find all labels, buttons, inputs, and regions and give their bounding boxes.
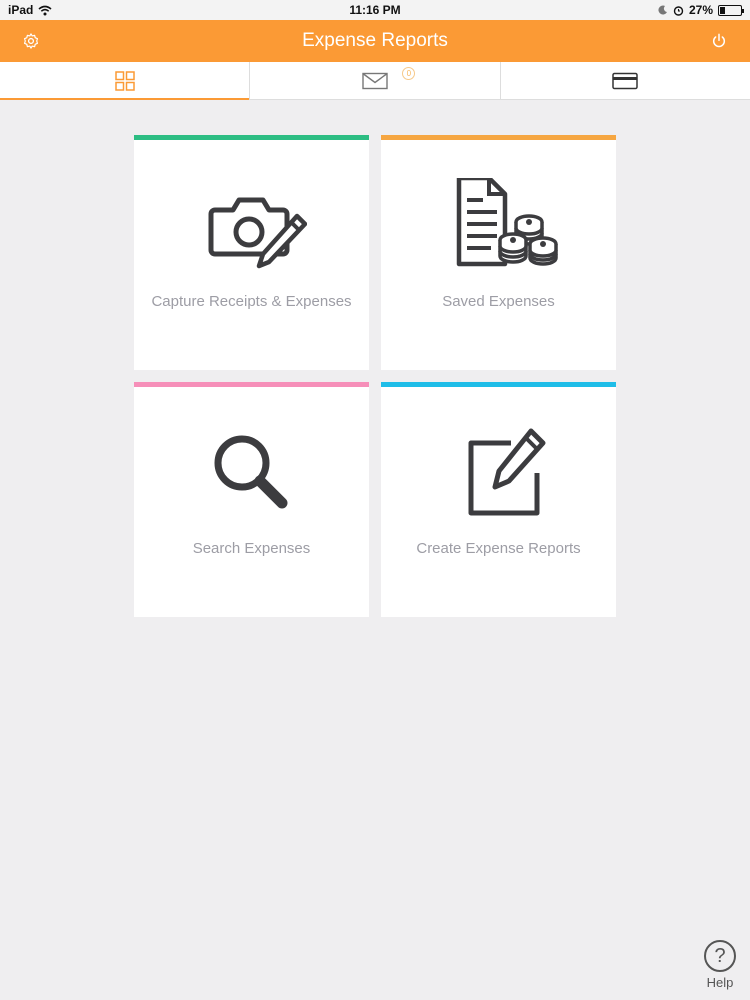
tab-bar: 0: [0, 62, 750, 100]
saved-expenses-card[interactable]: Saved Expenses: [381, 135, 616, 370]
app-header: Expense Reports: [0, 20, 750, 62]
logout-button[interactable]: [707, 29, 731, 53]
power-icon: [713, 33, 725, 48]
settings-button[interactable]: [19, 29, 43, 53]
document-coins-icon: [456, 178, 558, 267]
alarm-icon: [673, 5, 684, 16]
status-time: 11:16 PM: [349, 3, 401, 17]
device-name: iPad: [8, 3, 34, 17]
mail-icon: [362, 72, 388, 89]
help-icon: ?: [704, 940, 736, 972]
battery-level: [720, 6, 725, 14]
wifi-icon: [38, 5, 52, 15]
help-button[interactable]: ? Help: [700, 940, 740, 995]
gear-icon: [23, 33, 39, 49]
action-grid: Capture Receipts & Expenses Saved Expens…: [134, 135, 616, 617]
capture-receipts-card[interactable]: Capture Receipts & Expenses: [134, 135, 369, 370]
help-label: Help: [706, 975, 734, 990]
tab-dashboard[interactable]: [0, 62, 251, 100]
moon-icon: [658, 5, 667, 15]
card-label: Search Expenses: [192, 540, 311, 557]
card-label: Saved Expenses: [442, 293, 555, 310]
battery-percent: 27%: [688, 3, 713, 17]
edit-icon: [468, 428, 545, 516]
create-reports-card[interactable]: Create Expense Reports: [381, 382, 616, 617]
message-count-badge: 0: [402, 67, 416, 80]
tab-messages[interactable]: 0: [250, 62, 501, 99]
card-label: Capture Receipts & Expenses: [151, 293, 352, 310]
camera-pencil-icon: [208, 197, 307, 269]
magnifier-icon: [214, 435, 287, 509]
battery-icon: [718, 4, 744, 16]
page-title: Expense Reports: [302, 30, 448, 51]
status-bar: iPad 11:16 PM 27%: [0, 0, 750, 20]
card-icon: [612, 72, 639, 89]
grid-icon: [114, 70, 135, 91]
card-label: Create Expense Reports: [416, 540, 581, 557]
search-expenses-card[interactable]: Search Expenses: [134, 382, 369, 617]
tab-cards[interactable]: [501, 62, 750, 99]
